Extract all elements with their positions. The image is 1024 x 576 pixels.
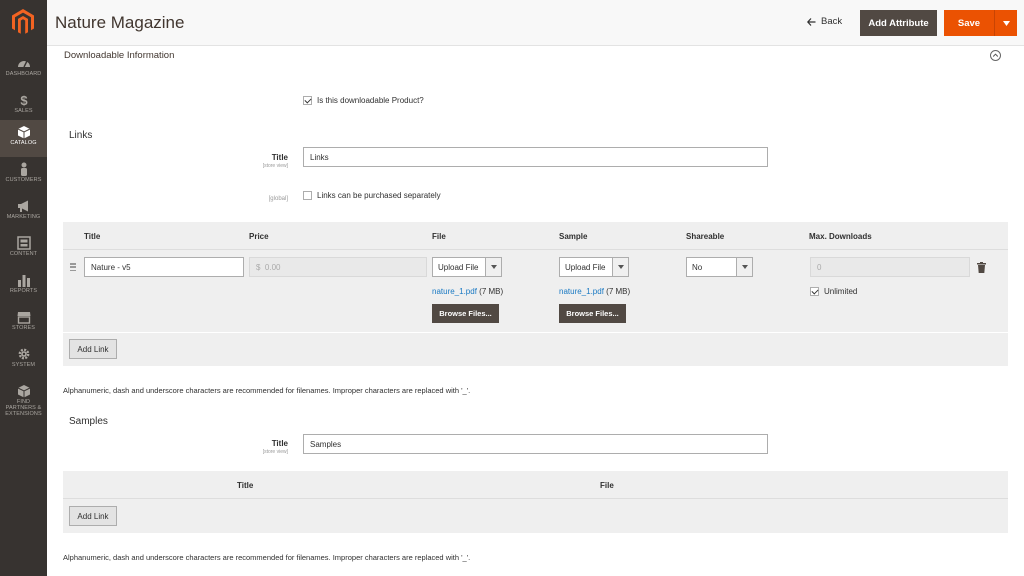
separately-scope: [global] — [268, 196, 288, 202]
nav-label: REPORTS — [9, 288, 38, 294]
nav-label: CUSTOMERS — [5, 177, 42, 183]
links-heading: Links — [69, 130, 93, 141]
nav-partners[interactable]: FIND PARTNERS & EXTENSIONS — [0, 379, 47, 423]
nav-label: CONTENT — [9, 251, 38, 257]
content-icon — [16, 236, 31, 250]
bar-chart-icon — [17, 275, 30, 287]
save-options-toggle[interactable] — [994, 10, 1017, 36]
chevron-down-icon — [736, 258, 752, 276]
links-title-input[interactable]: Links — [303, 147, 768, 167]
sample-type-value: Upload File — [565, 262, 606, 272]
collapse-icon[interactable] — [990, 50, 1001, 61]
file-link[interactable]: nature_1.pdf (7 MB) — [432, 287, 503, 296]
file-size: (7 MB) — [479, 287, 504, 296]
col-price: Price — [249, 232, 269, 241]
nav-reports[interactable]: REPORTS — [0, 268, 47, 305]
arrow-left-icon — [807, 17, 816, 26]
file-type-value: Upload File — [438, 262, 479, 272]
cube-icon — [17, 126, 30, 139]
links-grid-header: Title Price File Sample Shareable Max. D… — [63, 222, 1008, 250]
nav-label: STORES — [11, 325, 36, 331]
nav-customers[interactable]: CUSTOMERS — [0, 157, 47, 194]
nav-label: MARKETING — [6, 214, 41, 220]
samples-title-scope: [store view] — [262, 449, 288, 455]
col-title: Title — [237, 481, 254, 490]
megaphone-icon — [17, 200, 28, 212]
sample-type-select[interactable]: Upload File — [559, 257, 629, 277]
add-attribute-button[interactable]: Add Attribute — [860, 10, 937, 36]
filename-note: Alphanumeric, dash and underscore charac… — [63, 386, 471, 395]
col-file: File — [600, 481, 614, 490]
samples-filename-note: Alphanumeric, dash and underscore charac… — [63, 553, 471, 562]
samples-heading: Samples — [69, 416, 108, 427]
drag-handle-icon[interactable] — [70, 263, 76, 274]
page-title: Nature Magazine — [55, 13, 185, 32]
browse-sample-button[interactable]: Browse Files... — [559, 304, 626, 323]
file-type-select[interactable]: Upload File — [432, 257, 502, 277]
currency-symbol: $ — [256, 262, 261, 272]
nav-system[interactable]: SYSTEM — [0, 342, 47, 379]
save-button[interactable]: Save — [944, 10, 994, 36]
nav-label: CATALOG — [10, 140, 37, 146]
is-downloadable-checkbox[interactable] — [303, 96, 312, 105]
unlimited-checkbox[interactable] — [810, 287, 819, 296]
nav-label: SALES — [14, 108, 33, 114]
link-price-input[interactable]: $ 0.00 — [249, 257, 427, 277]
svg-text:$: $ — [20, 93, 28, 107]
add-sample-button[interactable]: Add Link — [69, 506, 117, 526]
browse-file-button[interactable]: Browse Files... — [432, 304, 499, 323]
caret-down-icon — [1002, 20, 1010, 26]
links-title-label: Title — [271, 153, 288, 162]
trash-icon[interactable] — [977, 262, 986, 273]
nav-catalog[interactable]: CATALOG — [0, 120, 47, 157]
nav-marketing[interactable]: MARKETING — [0, 194, 47, 231]
links-title-scope: [store view] — [262, 163, 288, 169]
dashboard-icon — [17, 60, 30, 68]
nav-content[interactable]: CONTENT — [0, 231, 47, 268]
chevron-down-icon — [612, 258, 628, 276]
samples-grid-body — [63, 499, 1008, 533]
sample-link[interactable]: nature_1.pdf (7 MB) — [559, 287, 630, 296]
file-name[interactable]: nature_1.pdf — [432, 287, 477, 296]
col-max-downloads: Max. Downloads — [809, 232, 872, 241]
nav-dashboard[interactable]: DASHBOARD — [0, 51, 47, 88]
col-title: Title — [84, 232, 101, 241]
admin-sidebar: DASHBOARD $ SALES CATALOG CUSTOMERS MARK… — [0, 0, 47, 576]
dollar-icon: $ — [20, 93, 28, 107]
magento-logo[interactable] — [12, 9, 34, 35]
back-button[interactable]: Back — [807, 16, 842, 27]
nav-stores[interactable]: STORES — [0, 305, 47, 342]
unlimited-label: Unlimited — [824, 287, 858, 296]
col-file: File — [432, 232, 446, 241]
store-icon — [17, 312, 30, 324]
samples-title-label: Title — [271, 439, 288, 448]
max-downloads-input[interactable]: 0 — [810, 257, 970, 277]
samples-grid-header: Title File — [63, 471, 1008, 499]
is-downloadable-label: Is this downloadable Product? — [317, 96, 424, 105]
add-link-button[interactable]: Add Link — [69, 339, 117, 359]
link-title-input[interactable]: Nature - v5 — [84, 257, 244, 277]
nav-label: DASHBOARD — [5, 71, 42, 77]
col-shareable: Shareable — [686, 232, 725, 241]
gear-icon — [18, 348, 29, 360]
nav-label: SYSTEM — [11, 362, 36, 368]
shareable-value: No — [692, 262, 703, 272]
price-placeholder: 0.00 — [264, 262, 281, 272]
nav-label: FIND PARTNERS & EXTENSIONS — [5, 399, 42, 417]
divider — [63, 332, 1008, 333]
purchase-separately-label: Links can be purchased separately — [317, 191, 441, 200]
col-sample: Sample — [559, 232, 588, 241]
sample-name[interactable]: nature_1.pdf — [559, 287, 604, 296]
partners-icon — [17, 385, 30, 398]
sample-size: (7 MB) — [606, 287, 631, 296]
chevron-down-icon — [485, 258, 501, 276]
purchase-separately-checkbox[interactable] — [303, 191, 312, 200]
shareable-select[interactable]: No — [686, 257, 753, 277]
page-header: Nature Magazine Back Add Attribute Save — [47, 0, 1024, 46]
samples-title-input[interactable]: Samples — [303, 434, 768, 454]
section-title[interactable]: Downloadable Information — [64, 50, 174, 61]
back-label: Back — [821, 16, 843, 27]
person-icon — [20, 162, 27, 176]
